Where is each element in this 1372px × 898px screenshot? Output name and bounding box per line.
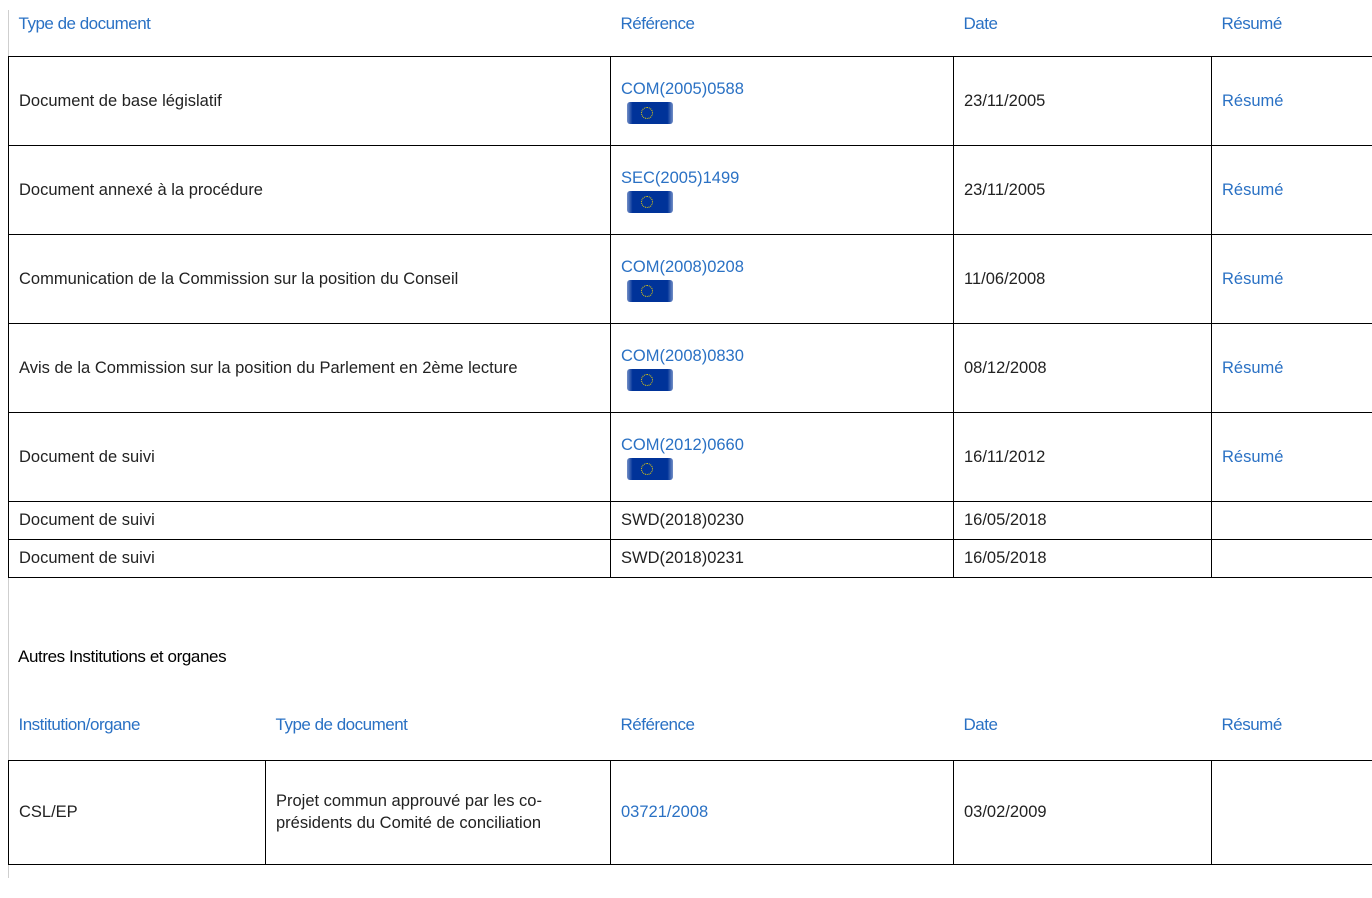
header-reference[interactable]: Référence bbox=[611, 10, 954, 56]
cell-type: Document de suivi bbox=[8, 500, 611, 540]
cell-type: Document de suivi bbox=[8, 538, 611, 578]
other-institutions-table: Institution/organe Type de document Réfé… bbox=[8, 690, 1372, 865]
reference-link[interactable]: COM(2005)0588 bbox=[621, 78, 943, 100]
table-row: Document annexé à la procédure SEC(2005)1… bbox=[8, 144, 1372, 235]
cell-reference: 03721/2008 bbox=[610, 759, 954, 865]
header-type[interactable]: Type de document bbox=[9, 10, 611, 56]
header-summary[interactable]: Résumé bbox=[1212, 10, 1372, 56]
cell-date: 23/11/2005 bbox=[953, 144, 1212, 235]
cell-institution: CSL/EP bbox=[8, 759, 266, 865]
summary-link[interactable]: Résumé bbox=[1222, 181, 1283, 199]
cell-reference: COM(2008)0830 bbox=[610, 322, 954, 413]
cell-summary: Résumé bbox=[1211, 411, 1372, 502]
cell-date: 11/06/2008 bbox=[953, 233, 1212, 324]
cell-date: 16/11/2012 bbox=[953, 411, 1212, 502]
cell-reference: COM(2005)0588 bbox=[610, 55, 954, 146]
reference-link[interactable]: COM(2008)0830 bbox=[621, 345, 943, 367]
table-row: Avis de la Commission sur la position du… bbox=[8, 322, 1372, 413]
table-row: Document de suivi COM(2012)0660 16/11/2012… bbox=[8, 411, 1372, 502]
cell-type: Document de base législatif bbox=[8, 55, 611, 146]
cell-summary: Résumé bbox=[1211, 144, 1372, 235]
cell-reference: SWD(2018)0231 bbox=[610, 538, 954, 578]
cell-type: Projet commun approuvé par les co-présid… bbox=[265, 759, 611, 865]
cell-reference: COM(2008)0208 bbox=[610, 233, 954, 324]
commission-documents-table: Type de document Référence Date Résumé D… bbox=[8, 10, 1372, 578]
cell-type: Document annexé à la procédure bbox=[8, 144, 611, 235]
summary-link[interactable]: Résumé bbox=[1222, 92, 1283, 110]
cell-type: Communication de la Commission sur la po… bbox=[8, 233, 611, 324]
cell-date: 03/02/2009 bbox=[953, 759, 1212, 865]
table-header-row: Type de document Référence Date Résumé bbox=[9, 10, 1372, 56]
cell-summary bbox=[1211, 538, 1372, 578]
summary-link[interactable]: Résumé bbox=[1222, 270, 1283, 288]
table-row: CSL/EP Projet commun approuvé par les co-… bbox=[8, 759, 1372, 865]
table-row: Document de base législatif COM(2005)0588… bbox=[8, 55, 1372, 146]
cell-type: Document de suivi bbox=[8, 411, 611, 502]
header-type[interactable]: Type de document bbox=[266, 690, 611, 760]
cell-summary: Résumé bbox=[1211, 322, 1372, 413]
cell-date: 23/11/2005 bbox=[953, 55, 1212, 146]
table-row: Document de suivi SWD(2018)0231 16/05/2018 bbox=[8, 538, 1372, 578]
eu-flag-icon[interactable] bbox=[627, 190, 673, 213]
cell-reference: SWD(2018)0230 bbox=[610, 500, 954, 540]
summary-link[interactable]: Résumé bbox=[1222, 448, 1283, 466]
cell-date: 08/12/2008 bbox=[953, 322, 1212, 413]
eu-flag-icon[interactable] bbox=[627, 101, 673, 124]
cell-date: 16/05/2018 bbox=[953, 538, 1212, 578]
eu-flag-icon[interactable] bbox=[627, 279, 673, 302]
header-reference[interactable]: Référence bbox=[611, 690, 954, 760]
cell-summary: Résumé bbox=[1211, 233, 1372, 324]
cell-summary: Résumé bbox=[1211, 55, 1372, 146]
cell-summary bbox=[1211, 759, 1372, 865]
summary-link[interactable]: Résumé bbox=[1222, 359, 1283, 377]
table-row: Document de suivi SWD(2018)0230 16/05/2018 bbox=[8, 500, 1372, 540]
reference-link[interactable]: SEC(2005)1499 bbox=[621, 167, 943, 189]
header-date[interactable]: Date bbox=[954, 690, 1212, 760]
header-summary[interactable]: Résumé bbox=[1212, 690, 1372, 760]
header-date[interactable]: Date bbox=[954, 10, 1212, 56]
header-institution[interactable]: Institution/organe bbox=[9, 690, 266, 760]
eu-flag-icon[interactable] bbox=[627, 368, 673, 391]
cell-date: 16/05/2018 bbox=[953, 500, 1212, 540]
reference-link[interactable]: COM(2008)0208 bbox=[621, 256, 943, 278]
cell-reference: SEC(2005)1499 bbox=[610, 144, 954, 235]
section-title: Autres Institutions et organes bbox=[18, 647, 227, 666]
cell-summary bbox=[1211, 500, 1372, 540]
eu-flag-icon[interactable] bbox=[627, 457, 673, 480]
reference-link[interactable]: 03721/2008 bbox=[621, 803, 708, 821]
cell-reference: COM(2012)0660 bbox=[610, 411, 954, 502]
reference-link[interactable]: COM(2012)0660 bbox=[621, 434, 943, 456]
table-header-row: Institution/organe Type de document Réfé… bbox=[9, 690, 1372, 760]
cell-type: Avis de la Commission sur la position du… bbox=[8, 322, 611, 413]
table-row: Communication de la Commission sur la po… bbox=[8, 233, 1372, 324]
